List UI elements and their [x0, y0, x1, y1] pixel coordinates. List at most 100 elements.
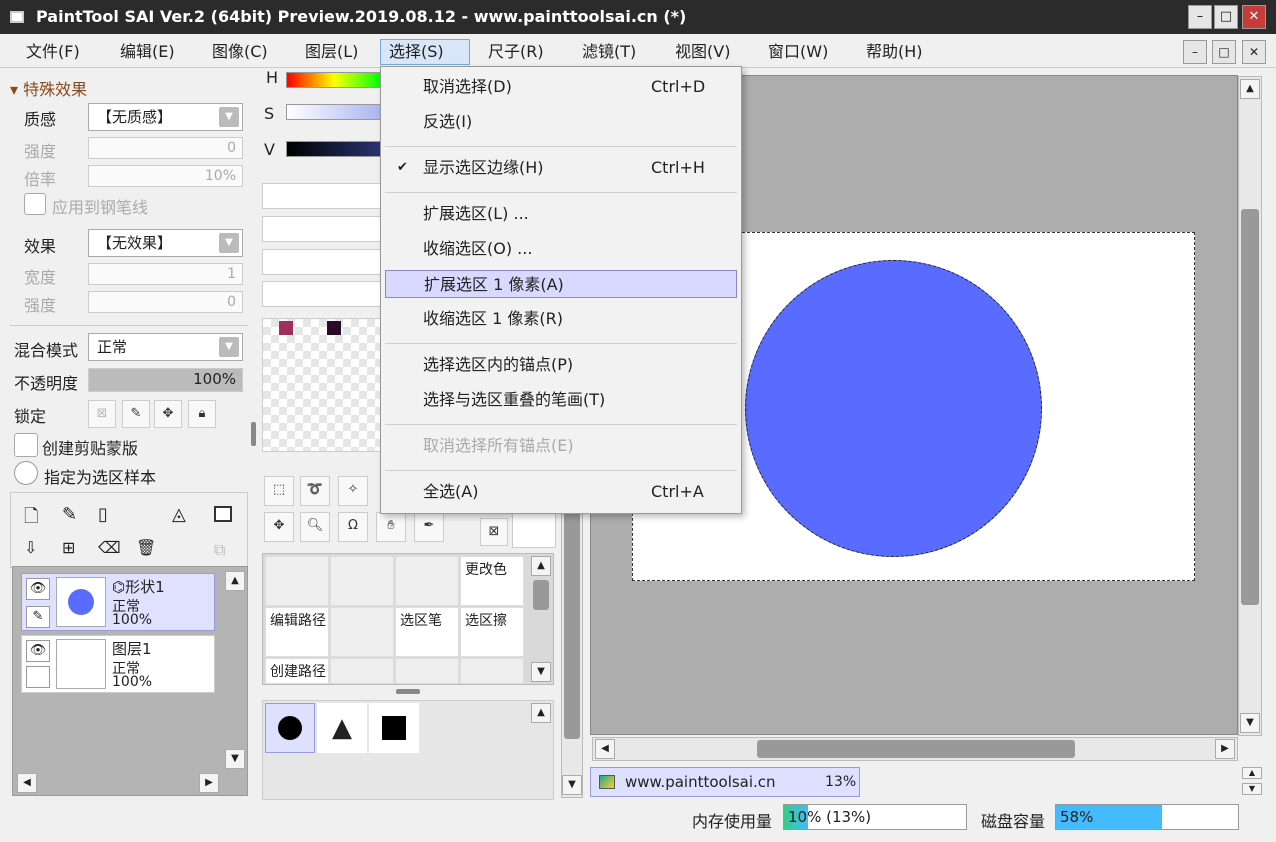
menu-item-shrink-1px[interactable]: 收缩选区 1 像素(R)	[385, 305, 737, 333]
layer-mask-icon[interactable]	[214, 506, 232, 522]
doc-close-button[interactable]: ✕	[1242, 40, 1266, 64]
document-tab[interactable]: www.painttoolsai.cn 13%	[590, 767, 860, 797]
menu-item-select-strokes[interactable]: 选择与选区重叠的笔画(T)	[385, 386, 737, 414]
tab-scroll-up-button[interactable]: ▲	[1242, 767, 1262, 779]
menu-item-expand[interactable]: 扩展选区(L) ...	[385, 200, 737, 228]
scroll-thumb[interactable]	[564, 489, 580, 739]
menu-help[interactable]: 帮助(H)	[858, 39, 931, 65]
scroll-up-button[interactable]: ▲	[225, 571, 245, 591]
scale-slider[interactable]: 10%	[88, 165, 243, 187]
new-linework-icon[interactable]: ✎	[62, 504, 77, 525]
tab-scroll-down-button[interactable]: ▼	[1242, 783, 1262, 795]
rgb-slider-1[interactable]	[262, 183, 382, 209]
trash-icon[interactable]: 🗑︎	[136, 538, 156, 557]
pen-slot[interactable]	[26, 666, 50, 688]
strength-slider[interactable]: 0	[88, 137, 243, 159]
width-slider[interactable]: 1	[88, 263, 243, 285]
menu-item-select-anchors[interactable]: 选择选区内的锚点(P)	[385, 351, 737, 379]
merge-icon[interactable]: ⊞	[62, 538, 75, 557]
scroll-down-button[interactable]: ▼	[562, 775, 582, 795]
transparent-color-icon[interactable]: ⊠	[480, 518, 508, 546]
tool-select-eraser[interactable]: 选区擦	[460, 607, 524, 657]
layer-item-base[interactable]: 👁︎ 图层1 正常 100%	[21, 635, 215, 693]
lasso-icon[interactable]: ➰	[300, 476, 330, 506]
scroll-right-button[interactable]: ▶	[1215, 739, 1235, 759]
tool-edit-path[interactable]: 编辑路径	[265, 607, 329, 657]
menu-image[interactable]: 图像(C)	[204, 39, 276, 65]
scroll-thumb[interactable]	[757, 740, 1075, 758]
menu-window[interactable]: 窗口(W)	[760, 39, 836, 65]
menu-item-expand-1px[interactable]: 扩展选区 1 像素(A)	[385, 270, 737, 298]
lock-all-icon[interactable]: 🔒︎	[188, 400, 216, 428]
menu-item-select-all[interactable]: 全选(A) Ctrl+A	[385, 478, 737, 506]
rect-select-icon[interactable]: ⬚	[264, 476, 294, 506]
swatch-color-2[interactable]	[327, 321, 341, 335]
value-slider[interactable]	[286, 141, 382, 157]
scroll-down-button[interactable]: ▼	[225, 749, 245, 769]
lock-transparency-icon[interactable]: ⊠	[88, 400, 116, 428]
clip-mask-checkbox[interactable]	[14, 433, 38, 457]
apply-pen-checkbox[interactable]	[24, 193, 46, 215]
blue-circle-shape[interactable]	[745, 260, 1042, 557]
texture-dropdown[interactable]: 【无质感】 ▼	[88, 103, 243, 131]
menu-edit[interactable]: 编辑(E)	[112, 39, 183, 65]
triangle-brush-button[interactable]: ▲	[317, 703, 367, 753]
menu-view[interactable]: 视图(V)	[667, 39, 738, 65]
clear-layer-icon[interactable]: ⌫	[98, 538, 121, 557]
magic-wand-icon[interactable]: ✧	[338, 476, 368, 506]
scroll-down-button[interactable]: ▼	[1240, 713, 1260, 733]
merge-down-icon[interactable]: ⇩	[24, 538, 37, 557]
scroll-left-button[interactable]: ◀	[17, 773, 37, 793]
saturation-slider[interactable]	[286, 104, 382, 120]
menu-layer[interactable]: 图层(L)	[297, 39, 366, 65]
eyedropper-icon[interactable]: ✒︎	[414, 512, 444, 542]
lock-draw-icon[interactable]: ✎	[122, 400, 150, 428]
tool-change-color[interactable]: 更改色	[460, 556, 524, 606]
strength2-slider[interactable]: 0	[88, 291, 243, 313]
circle-brush-button[interactable]	[265, 703, 315, 753]
swatch-color-1[interactable]	[279, 321, 293, 335]
rgb-slider-4[interactable]	[262, 281, 382, 307]
new-folder-icon[interactable]: ▯	[98, 504, 108, 525]
scroll-right-button[interactable]: ▶	[199, 773, 219, 793]
scroll-up-button[interactable]: ▲	[531, 703, 551, 723]
sample-radio[interactable]	[14, 461, 38, 485]
rgb-slider-3[interactable]	[262, 249, 382, 275]
layer-effect-icon[interactable]: ◬	[172, 504, 186, 525]
move-icon[interactable]: ✥	[264, 512, 294, 542]
pen-icon[interactable]: ✎	[26, 606, 50, 628]
menu-item-deselect[interactable]: 取消选择(D) Ctrl+D	[385, 73, 737, 101]
hue-slider[interactable]	[286, 72, 382, 88]
layer-item-shape[interactable]: 👁︎ ✎ ⌬形状1 正常 100%	[21, 573, 215, 631]
menu-ruler[interactable]: 尺子(R)	[480, 39, 552, 65]
square-brush-button[interactable]	[369, 703, 419, 753]
scroll-thumb[interactable]	[1241, 209, 1259, 605]
lock-move-icon[interactable]: ✥	[154, 400, 182, 428]
hand-icon[interactable]: ✋︎	[376, 512, 406, 542]
tool-create-path[interactable]: 创建路径	[265, 658, 329, 684]
eye-icon[interactable]: 👁︎	[26, 640, 50, 662]
splitter-handle[interactable]	[251, 422, 256, 446]
scroll-up-button[interactable]: ▲	[531, 556, 551, 576]
rotate-icon[interactable]: Ω	[338, 512, 368, 542]
zoom-icon[interactable]: 🔍︎	[300, 512, 330, 542]
rgb-slider-2[interactable]	[262, 216, 382, 242]
scroll-left-button[interactable]: ◀	[595, 739, 615, 759]
blend-dropdown[interactable]: 正常 ▼	[88, 333, 243, 361]
tool-select-pen[interactable]: 选区笔	[395, 607, 459, 657]
doc-minimize-button[interactable]: –	[1183, 40, 1207, 64]
menu-file[interactable]: 文件(F)	[18, 39, 88, 65]
scroll-down-button[interactable]: ▼	[531, 662, 551, 682]
canvas-vscroll[interactable]: ▲ ▼	[1238, 76, 1262, 736]
close-button[interactable]: ✕	[1242, 5, 1266, 29]
menu-item-show-edge[interactable]: ✔ 显示选区边缘(H) Ctrl+H	[385, 154, 737, 182]
canvas-hscroll[interactable]: ◀ ▶	[592, 737, 1238, 761]
menu-item-shrink[interactable]: 收缩选区(O) ...	[385, 235, 737, 263]
effect-dropdown[interactable]: 【无效果】 ▼	[88, 229, 243, 257]
effects-header[interactable]: ▾ 特殊效果	[10, 76, 87, 100]
scroll-up-button[interactable]: ▲	[1240, 79, 1260, 99]
menu-item-invert[interactable]: 反选(I)	[385, 108, 737, 136]
opacity-slider[interactable]: 100%	[88, 368, 243, 392]
doc-restore-button[interactable]: □	[1212, 40, 1236, 64]
maximize-button[interactable]: □	[1214, 5, 1238, 29]
